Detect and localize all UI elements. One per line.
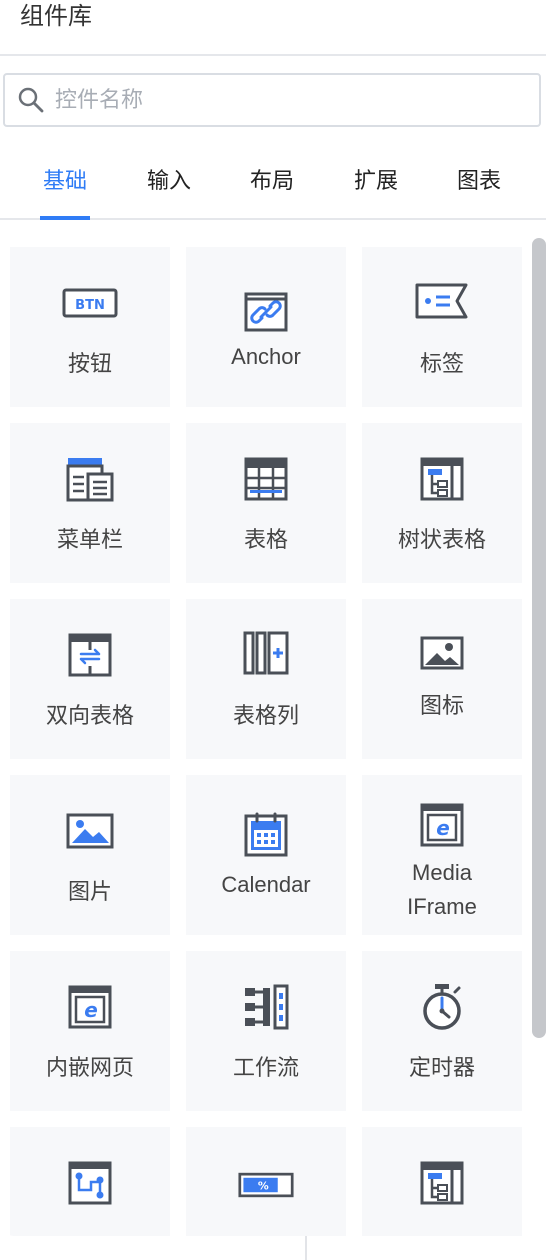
scrollbar[interactable] [532,238,546,1038]
progress-bar-icon: % [238,1157,294,1213]
component-label: 树状表格 [397,528,486,553]
image-icon [414,625,470,681]
svg-text:%: % [258,1180,269,1193]
component-table[interactable]: 表格 [186,423,346,583]
background-strip [0,1236,546,1260]
svg-text:e: e [436,816,450,840]
component-label: Calendar [221,872,311,897]
component-tree-table[interactable]: 树状表格 [362,423,522,583]
search-box[interactable] [3,73,541,127]
component-menu-bar[interactable]: 菜单栏 [10,423,170,583]
tab-layout[interactable]: 布局 [237,160,307,210]
table-column-icon [238,625,294,681]
component-workflow[interactable]: 工作流 [186,951,346,1111]
component-label: 图标 [419,694,464,719]
picture-icon [62,803,118,859]
component-label: 双向表格 [45,704,134,729]
media-iframe-icon: e [414,797,470,853]
background-divider [305,1236,307,1260]
component-icon[interactable]: 图标 [362,599,522,759]
component-media-iframe[interactable]: e Media IFrame [362,775,522,935]
active-tab-indicator [40,216,90,220]
category-tabs: 基础 输入 布局 扩展 图表 [0,160,546,220]
search-icon [17,86,45,114]
workflow-icon [238,979,294,1035]
component-embedded-webpage[interactable]: e 内嵌网页 [10,951,170,1111]
component-library-panel: 组件库 基础 输入 布局 扩展 图表 BTN 按钮 Anchor 标签 [0,0,546,1236]
calendar-icon [238,807,294,863]
tab-basic[interactable]: 基础 [30,160,100,210]
component-anchor[interactable]: Anchor [186,247,346,407]
component-bidirectional-table[interactable]: 双向表格 [10,599,170,759]
button-icon: BTN [62,275,118,331]
component-label: 标签 [419,352,464,377]
embedded-webpage-icon: e [62,979,118,1035]
tab-chart[interactable]: 图表 [444,160,514,210]
component-button[interactable]: BTN 按钮 [10,247,170,407]
flow-chart-icon [62,1155,118,1211]
component-label-line-1: Media [412,860,472,885]
svg-text:BTN: BTN [75,298,105,313]
svg-text:e: e [84,998,98,1022]
component-flow-chart[interactable] [10,1127,170,1236]
component-picture[interactable]: 图片 [10,775,170,935]
panel-title: 组件库 [20,2,92,30]
component-table-column[interactable]: 表格列 [186,599,346,759]
tab-input[interactable]: 输入 [134,160,204,210]
timer-icon [414,979,470,1035]
component-label: 工作流 [232,1056,299,1081]
search-input[interactable] [45,75,539,125]
component-label: 图片 [67,880,112,905]
tree-table-icon [414,1155,470,1211]
component-label-line-2: IFrame [407,894,477,919]
component-label: 菜单栏 [56,528,123,553]
table-icon [238,451,294,507]
tab-extension[interactable]: 扩展 [341,160,411,210]
component-label: 内嵌网页 [45,1056,134,1081]
tree-table-icon [414,451,470,507]
component-tree-table-2[interactable] [362,1127,522,1236]
component-calendar[interactable]: Calendar [186,775,346,935]
component-progress-bar[interactable]: % [186,1127,346,1236]
component-label: 表格 [243,528,288,553]
component-label: 按钮 [67,352,112,377]
title-divider [0,54,546,56]
link-icon [238,283,294,339]
component-label: 定时器 [408,1056,475,1081]
menu-bar-icon [62,451,118,507]
component-tag[interactable]: 标签 [362,247,522,407]
bidirectional-table-icon [62,627,118,683]
component-timer[interactable]: 定时器 [362,951,522,1111]
component-label: Anchor [231,344,301,369]
component-label: 表格列 [232,704,299,729]
tag-icon [414,273,470,329]
